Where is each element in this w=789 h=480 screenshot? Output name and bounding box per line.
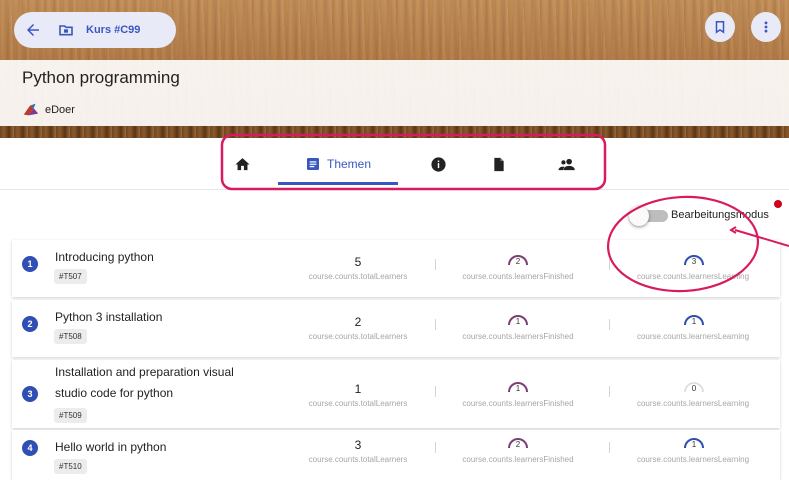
more-vertical-icon	[764, 21, 768, 33]
total-learners-label: course.counts.totalLearners	[308, 455, 408, 464]
edoer-logo-icon	[23, 103, 39, 116]
course-icon-button[interactable]	[52, 16, 80, 44]
learners-learning-label: course.counts.learnersLearning	[636, 332, 750, 341]
topic-number-badge: 4	[22, 440, 38, 456]
learners-learning-gauge: 3	[684, 255, 704, 266]
topic-number-badge: 2	[22, 316, 38, 332]
tab-participants[interactable]	[547, 138, 587, 190]
total-learners-value: 5	[354, 255, 362, 269]
total-learners-value: 1	[354, 382, 362, 396]
edit-mode-toggle[interactable]	[629, 206, 649, 226]
column-separator	[435, 442, 436, 453]
learners-learning-label: course.counts.learnersLearning	[636, 455, 750, 464]
topic-title[interactable]: Introducing python	[55, 247, 275, 268]
learners-learning-label: course.counts.learnersLearning	[636, 272, 750, 281]
svg-text:2: 2	[516, 257, 521, 266]
topic-row[interactable]: 1 Introducing python #T507 5 course.counts.t…	[12, 240, 780, 297]
org-row: eDoer	[22, 102, 75, 118]
active-tab-indicator	[278, 182, 398, 185]
topic-tag: #T507	[54, 269, 87, 284]
learners-learning-gauge: 0	[684, 382, 704, 393]
course-id-chip[interactable]: Kurs #C99	[86, 24, 140, 36]
topic-number-badge: 1	[22, 256, 38, 272]
svg-text:1: 1	[516, 384, 521, 393]
learners-learning-label: course.counts.learnersLearning	[636, 399, 750, 408]
learners-finished-gauge: 1	[508, 382, 528, 393]
total-learners-value: 3	[354, 438, 362, 452]
topic-tag: #T510	[54, 459, 87, 474]
people-icon	[558, 158, 575, 170]
learners-finished-gauge: 1	[508, 315, 528, 326]
bookmark-icon	[715, 20, 725, 34]
file-icon	[494, 157, 504, 171]
course-title: Python programming	[22, 68, 180, 87]
arrow-left-icon	[27, 24, 39, 36]
column-separator	[435, 259, 436, 270]
topic-title[interactable]: Python 3 installation	[55, 307, 275, 328]
column-separator	[609, 259, 610, 270]
svg-text:1: 1	[692, 440, 697, 449]
back-button[interactable]	[19, 16, 47, 44]
learners-finished-label: course.counts.learnersFinished	[462, 332, 574, 341]
tab-documents[interactable]	[481, 138, 517, 190]
learners-finished-label: course.counts.learnersFinished	[462, 272, 574, 281]
course-nav-pill: Kurs #C99	[14, 12, 176, 48]
learners-finished-label: course.counts.learnersFinished	[462, 399, 574, 408]
notification-dot	[774, 200, 782, 208]
total-learners-label: course.counts.totalLearners	[308, 272, 408, 281]
learners-learning-gauge: 1	[684, 438, 704, 449]
topic-number-badge: 3	[22, 386, 38, 402]
column-separator	[435, 386, 436, 397]
column-separator	[609, 319, 610, 330]
column-separator	[609, 386, 610, 397]
edit-mode-label: Bearbeitungsmodus	[671, 209, 769, 221]
column-separator	[609, 442, 610, 453]
topic-tag: #T509	[54, 408, 87, 423]
learners-finished-gauge: 2	[508, 438, 528, 449]
tab-info[interactable]	[420, 138, 456, 190]
learners-learning-gauge: 1	[684, 315, 704, 326]
total-learners-label: course.counts.totalLearners	[308, 332, 408, 341]
topic-row[interactable]: 2 Python 3 installation #T508 2 course.count…	[12, 300, 780, 357]
annotation-arrow-head	[729, 226, 737, 234]
svg-text:2: 2	[516, 440, 521, 449]
bookmark-button[interactable]	[705, 12, 735, 42]
total-learners-value: 2	[354, 315, 362, 329]
info-icon	[430, 156, 446, 172]
svg-text:1: 1	[516, 317, 521, 326]
column-separator	[435, 319, 436, 330]
folder-icon	[59, 25, 73, 36]
topic-title[interactable]: Installation and preparation visual	[55, 362, 275, 383]
more-menu-button[interactable]	[751, 12, 781, 42]
svg-text:1: 1	[692, 317, 697, 326]
learners-finished-gauge: 2	[508, 255, 528, 266]
topic-row[interactable]: 3 Installation and preparation visual stud…	[12, 360, 780, 428]
tab-themen-label: Themen	[326, 157, 372, 171]
svg-text:3: 3	[692, 257, 697, 266]
org-name: eDoer	[45, 104, 75, 116]
home-icon	[234, 157, 250, 170]
topic-tag: #T508	[54, 329, 87, 344]
topic-title[interactable]: Hello world in python	[55, 437, 275, 458]
list-icon	[306, 158, 319, 170]
total-learners-label: course.counts.totalLearners	[308, 399, 408, 408]
tab-home[interactable]	[224, 138, 260, 190]
topic-row[interactable]: 4 Hello world in python #T510 3 course.count…	[12, 430, 780, 480]
topic-title[interactable]: studio code for python	[55, 383, 275, 404]
learners-finished-label: course.counts.learnersFinished	[462, 455, 574, 464]
svg-text:0: 0	[692, 384, 697, 393]
header-wood-strip	[0, 126, 789, 138]
